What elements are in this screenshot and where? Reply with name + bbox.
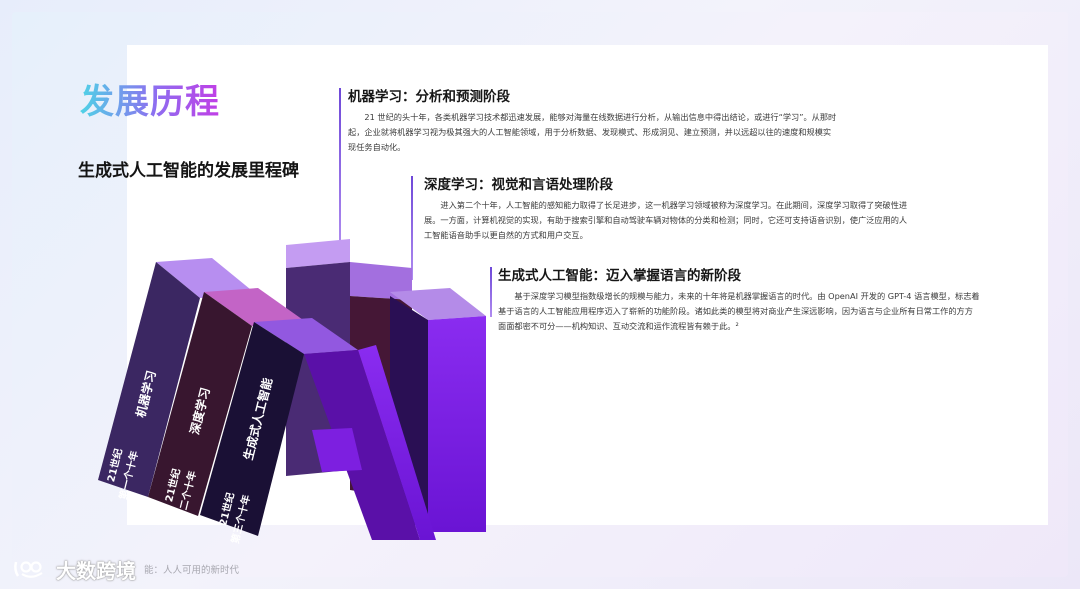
watermark: 大数跨境 能：人人可用的新时代 xyxy=(12,556,240,583)
watermark-brand: 大数跨境 xyxy=(56,558,136,583)
footer-caption: 能：人人可用的新时代 xyxy=(144,565,240,576)
ai-3d-graphic: 机器学习 21世纪 第一个十年 深度学习 21世纪 第二个十年 生成式人工智能 … xyxy=(98,239,486,545)
watermark-logo-icon xyxy=(14,561,43,578)
